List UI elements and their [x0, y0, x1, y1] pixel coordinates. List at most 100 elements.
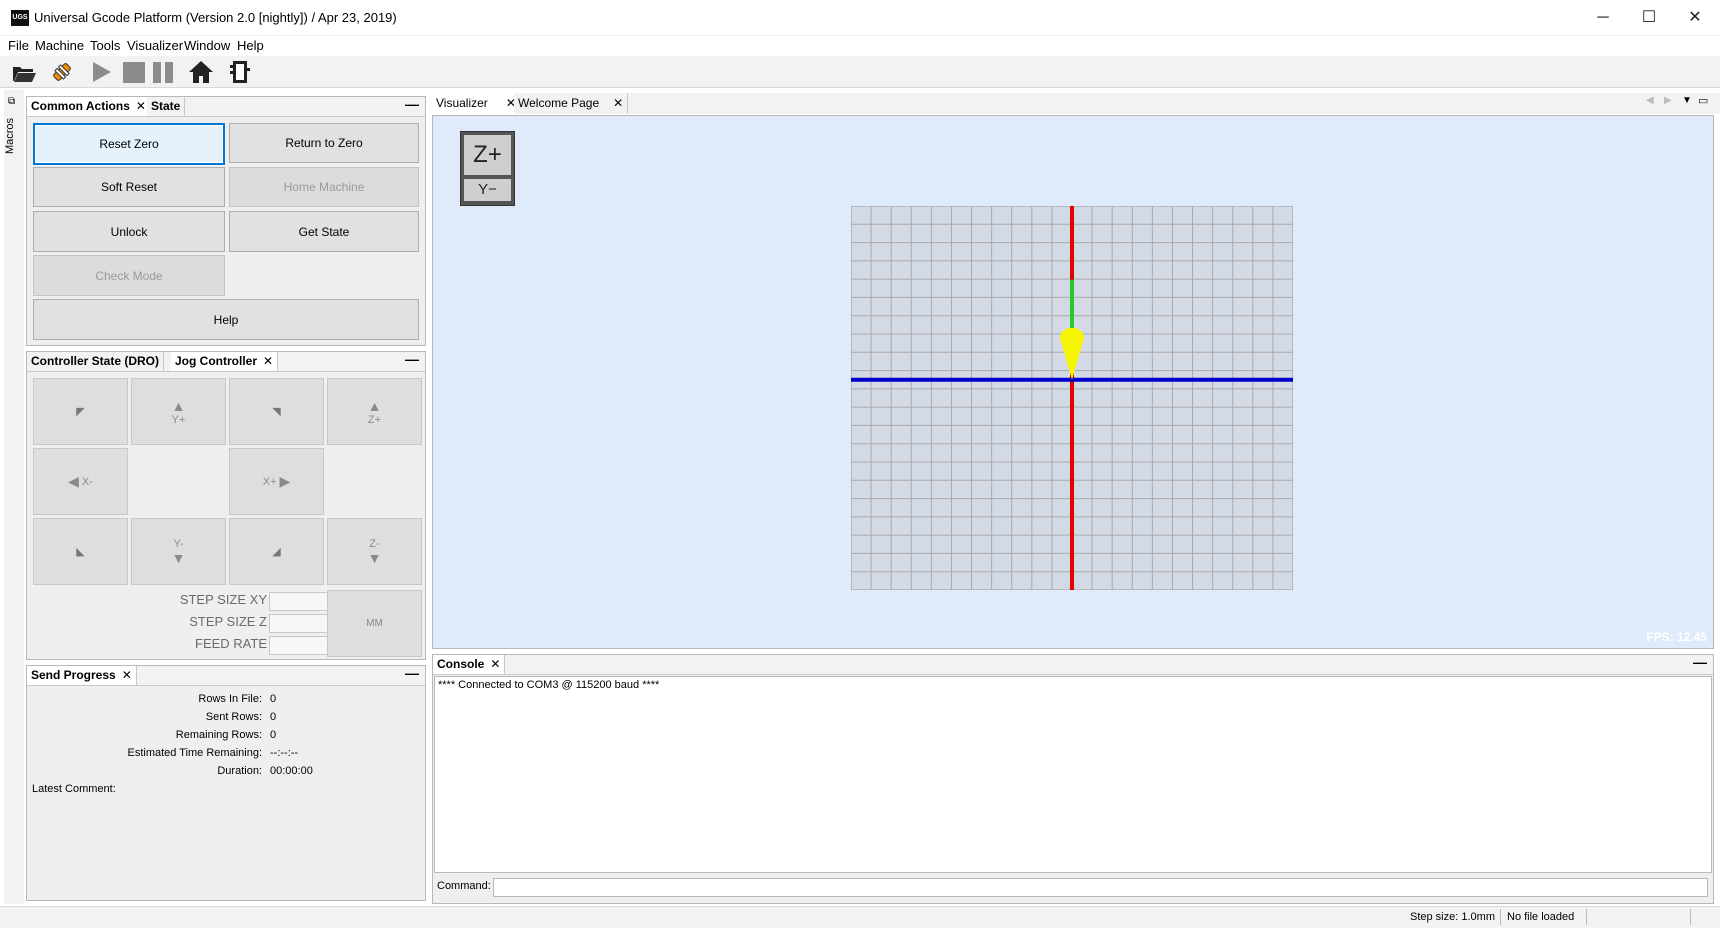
jog-label: Y-: [173, 537, 184, 550]
pause-icon[interactable]: [151, 59, 177, 85]
console-output[interactable]: **** Connected to COM3 @ 115200 baud ***…: [434, 676, 1712, 873]
fps-counter: FPS: 12.45: [1646, 630, 1707, 644]
duration-value: 00:00:00: [270, 765, 313, 777]
rows-in-file-label: Rows In File:: [198, 693, 262, 705]
close-window-button[interactable]: ✕: [1672, 0, 1718, 36]
file-status: No file loaded: [1507, 911, 1575, 923]
return-to-zero-button[interactable]: Return to Zero: [229, 123, 419, 163]
help-button[interactable]: Help: [33, 299, 419, 340]
tab-visualizer[interactable]: Visualizer ✕: [432, 93, 521, 114]
menu-file[interactable]: File: [8, 37, 29, 55]
restore-icon[interactable]: ⧉: [8, 96, 15, 107]
status-divider: [1500, 909, 1501, 925]
close-icon[interactable]: ✕: [122, 668, 132, 682]
unit-toggle-button[interactable]: MM: [327, 590, 422, 657]
view-cube-top-face[interactable]: Z+: [464, 135, 511, 175]
jog-x-minus-y-plus-button[interactable]: ◤: [33, 378, 128, 445]
app-icon: UGS: [11, 10, 29, 26]
remaining-rows-label: Remaining Rows:: [175, 729, 262, 741]
tab-label: Common Actions: [31, 99, 130, 113]
arrow-up-icon: ▲: [171, 397, 186, 414]
minimize-panel-icon[interactable]: —: [405, 96, 419, 112]
jog-x-plus-y-plus-button[interactable]: ◥: [229, 378, 324, 445]
view-cube-front-face[interactable]: Y−: [464, 179, 511, 201]
menu-visualizer[interactable]: Visualizer: [127, 37, 183, 55]
view-cube[interactable]: Z+ Y−: [460, 131, 515, 206]
estimated-time-value: --:--:--: [270, 747, 299, 759]
close-icon[interactable]: ✕: [490, 657, 500, 671]
jog-x-plus-y-minus-button[interactable]: ◢: [229, 518, 324, 585]
macros-tab[interactable]: Macros: [4, 118, 16, 154]
tab-label: Jog Controller: [175, 354, 258, 368]
jog-label: Z+: [367, 413, 382, 426]
jog-tabstrip: Controller State (DRO) Jog Controller ✕ —: [27, 351, 425, 372]
menu-tools[interactable]: Tools: [90, 37, 120, 55]
jog-label: X+: [262, 475, 277, 488]
status-divider: [1690, 909, 1691, 925]
jog-y-minus-button[interactable]: Y- ▼: [131, 518, 226, 585]
minimize-panel-icon[interactable]: —: [405, 665, 419, 681]
rows-in-file-value: 0: [270, 693, 277, 705]
minimize-panel-icon[interactable]: —: [1693, 654, 1707, 670]
menu-window[interactable]: Window: [184, 37, 230, 55]
tab-controller-state[interactable]: Controller State (DRO): [27, 352, 165, 371]
jog-x-plus-button[interactable]: X+ ▶: [229, 448, 324, 515]
machine-icon[interactable]: [227, 59, 253, 85]
tab-jog-controller[interactable]: Jog Controller ✕: [171, 352, 279, 371]
send-progress-tabstrip: Send Progress ✕ —: [27, 665, 425, 686]
minimize-window-button[interactable]: ─: [1580, 0, 1626, 36]
arrow-up-left-icon: ◤: [76, 406, 85, 418]
home-machine-button[interactable]: Home Machine: [229, 167, 419, 207]
console-line: **** Connected to COM3 @ 115200 baud ***…: [438, 679, 660, 691]
arrow-down-right-icon: ◢: [272, 546, 281, 558]
step-size-xy-label: STEP SIZE XY: [179, 592, 267, 607]
jog-z-minus-button[interactable]: Z- ▼: [327, 518, 422, 585]
toolbar: [0, 56, 1720, 88]
tab-list-dropdown-icon[interactable]: ▼: [1682, 95, 1692, 106]
jog-x-minus-button[interactable]: ◀ X-: [33, 448, 128, 515]
status-divider: [1586, 909, 1587, 925]
window-title: Universal Gcode Platform (Version 2.0 [n…: [34, 10, 397, 25]
menu-help[interactable]: Help: [237, 37, 264, 55]
tab-welcome-page[interactable]: Welcome Page ✕: [514, 93, 629, 114]
tab-common-actions[interactable]: Common Actions ✕: [27, 97, 151, 116]
get-state-button[interactable]: Get State: [229, 211, 419, 252]
jog-x-minus-y-minus-button[interactable]: ◣: [33, 518, 128, 585]
jog-label: Z-: [369, 537, 380, 550]
macros-side-strip: ⧉ Macros: [4, 90, 24, 904]
home-icon[interactable]: [188, 59, 214, 85]
check-mode-button[interactable]: Check Mode: [33, 255, 225, 296]
close-icon[interactable]: ✕: [263, 354, 273, 368]
stop-icon[interactable]: [121, 59, 147, 85]
title-bar: UGS Universal Gcode Platform (Version 2.…: [0, 0, 1720, 36]
arrow-up-icon: ▲: [367, 397, 382, 414]
soft-reset-button[interactable]: Soft Reset: [33, 167, 225, 207]
close-icon[interactable]: ✕: [613, 96, 623, 110]
visualizer-canvas[interactable]: Z+ Y− FPS: 12.45: [432, 115, 1714, 649]
tab-state[interactable]: State: [147, 97, 186, 116]
tab-console[interactable]: Console ✕: [433, 655, 506, 674]
console-panel: Console ✕ — **** Connected to COM3 @ 1152…: [432, 654, 1714, 904]
scroll-tabs-left-icon[interactable]: ◀: [1646, 95, 1654, 106]
maximize-window-button[interactable]: ☐: [1626, 0, 1672, 36]
menu-machine[interactable]: Machine: [35, 37, 84, 55]
arrow-right-icon: ▶: [279, 473, 291, 489]
minimize-panel-icon[interactable]: —: [405, 351, 419, 367]
tab-send-progress[interactable]: Send Progress ✕: [27, 666, 137, 685]
arrow-up-right-icon: ◥: [272, 406, 281, 418]
tab-label: Welcome Page: [518, 96, 600, 110]
jog-y-plus-button[interactable]: ▲ Y+: [131, 378, 226, 445]
remaining-rows-value: 0: [270, 729, 277, 741]
open-folder-icon[interactable]: [11, 59, 37, 85]
play-icon[interactable]: [89, 59, 115, 85]
duration-label: Duration:: [217, 765, 262, 777]
jog-z-plus-button[interactable]: ▲ Z+: [327, 378, 422, 445]
unlock-button[interactable]: Unlock: [33, 211, 225, 252]
close-icon[interactable]: ✕: [136, 99, 146, 113]
latest-comment-label: Latest Comment:: [32, 783, 116, 795]
command-input[interactable]: [493, 878, 1708, 897]
maximize-editor-icon[interactable]: ▭: [1698, 94, 1708, 107]
reset-zero-button[interactable]: Reset Zero: [33, 123, 225, 165]
connect-icon[interactable]: [49, 59, 75, 85]
scroll-tabs-right-icon[interactable]: ▶: [1664, 95, 1672, 106]
